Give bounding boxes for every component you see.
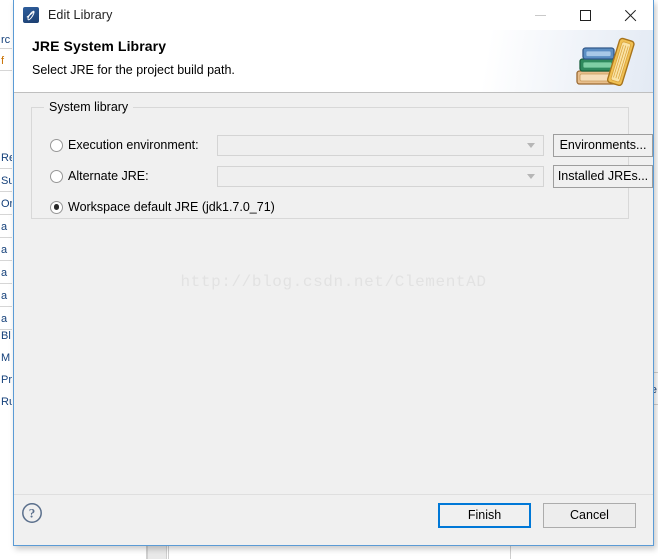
close-button[interactable]: [608, 0, 653, 30]
bg-divider: [0, 168, 12, 169]
dialog-header: JRE System Library Select JRE for the pr…: [14, 30, 653, 93]
bg-fragment: Or: [1, 198, 12, 210]
bg-divider: [0, 306, 12, 307]
bg-vline: [168, 546, 169, 559]
bg-divider: [0, 214, 12, 215]
radio-alternate-jre[interactable]: [50, 169, 63, 183]
window-controls: [518, 0, 653, 30]
bg-tab: [147, 546, 167, 559]
bg-fragment: Re: [1, 152, 12, 164]
dialog-titlebar[interactable]: Edit Library: [14, 0, 653, 30]
java-library-icon: [23, 7, 39, 23]
combo-execution-environment[interactable]: [217, 134, 544, 156]
bg-divider: [0, 70, 12, 71]
bg-fragment: a: [1, 290, 8, 302]
cancel-button[interactable]: Cancel: [543, 503, 636, 528]
edit-library-dialog: Edit Library JRE System Library Select J…: [13, 0, 654, 546]
combo-alternate-jre[interactable]: [217, 165, 544, 187]
help-question-icon[interactable]: ?: [20, 501, 44, 525]
group-legend: System library: [44, 100, 134, 114]
bg-fragment: a: [1, 313, 8, 325]
bg-fragment: rc: [1, 34, 11, 46]
radio-execution-environment[interactable]: [50, 138, 63, 152]
installed-jres-button[interactable]: Installed JREs...: [553, 164, 653, 188]
system-library-group: System library Execution environment: En…: [31, 100, 653, 219]
label-alternate-jre: Alternate JRE:: [68, 169, 149, 183]
background-window-bottom-tabs: [0, 546, 658, 559]
background-window-left-edge: rc f Re Su Or a a a a a Bl M Pr Ru: [0, 0, 12, 559]
books-stack-icon: [576, 37, 635, 87]
page-subtitle: Select JRE for the project build path.: [32, 63, 235, 77]
bg-divider: [0, 237, 12, 238]
chevron-down-icon: [527, 142, 535, 148]
row-workspace-default-jre: Workspace default JRE (jdk1.7.0_71): [32, 196, 628, 218]
dialog-body: System library Execution environment: En…: [14, 93, 653, 494]
dialog-footer: ? Finish Cancel: [14, 494, 653, 545]
svg-text:?: ?: [29, 506, 36, 521]
bg-fragment: a: [1, 221, 8, 233]
bg-vline: [510, 546, 511, 559]
dialog-title: Edit Library: [48, 8, 113, 22]
bg-fragment: Ru: [1, 396, 12, 408]
row-execution-environment: Execution environment: Environments...: [32, 133, 653, 157]
maximize-icon: [580, 9, 591, 21]
bg-fragment: a: [1, 244, 8, 256]
bg-divider: [0, 260, 12, 261]
environments-button[interactable]: Environments...: [553, 133, 653, 157]
bg-divider: [0, 283, 12, 284]
bg-fragment: a: [1, 267, 8, 279]
bg-fragment: Bl: [1, 330, 11, 342]
bg-fragment: Pr: [1, 374, 12, 386]
bg-fragment: Su: [1, 175, 12, 187]
minimize-button[interactable]: [518, 0, 563, 30]
bg-divider: [0, 48, 12, 49]
radio-workspace-default-jre[interactable]: [50, 200, 63, 214]
label-workspace-default-jre: Workspace default JRE (jdk1.7.0_71): [68, 200, 275, 214]
page-title: JRE System Library: [32, 38, 167, 54]
bg-divider: [0, 191, 12, 192]
watermark-text: http://blog.csdn.net/ClementAD: [180, 273, 487, 291]
label-execution-environment: Execution environment:: [68, 138, 199, 152]
close-icon: [624, 9, 637, 22]
row-alternate-jre: Alternate JRE: Installed JREs...: [32, 164, 653, 188]
maximize-button[interactable]: [563, 0, 608, 30]
finish-button[interactable]: Finish: [438, 503, 531, 528]
bg-fragment: M: [1, 352, 11, 364]
bg-fragment: f: [1, 55, 5, 67]
chevron-down-icon: [527, 173, 535, 179]
minimize-icon: [535, 14, 546, 16]
